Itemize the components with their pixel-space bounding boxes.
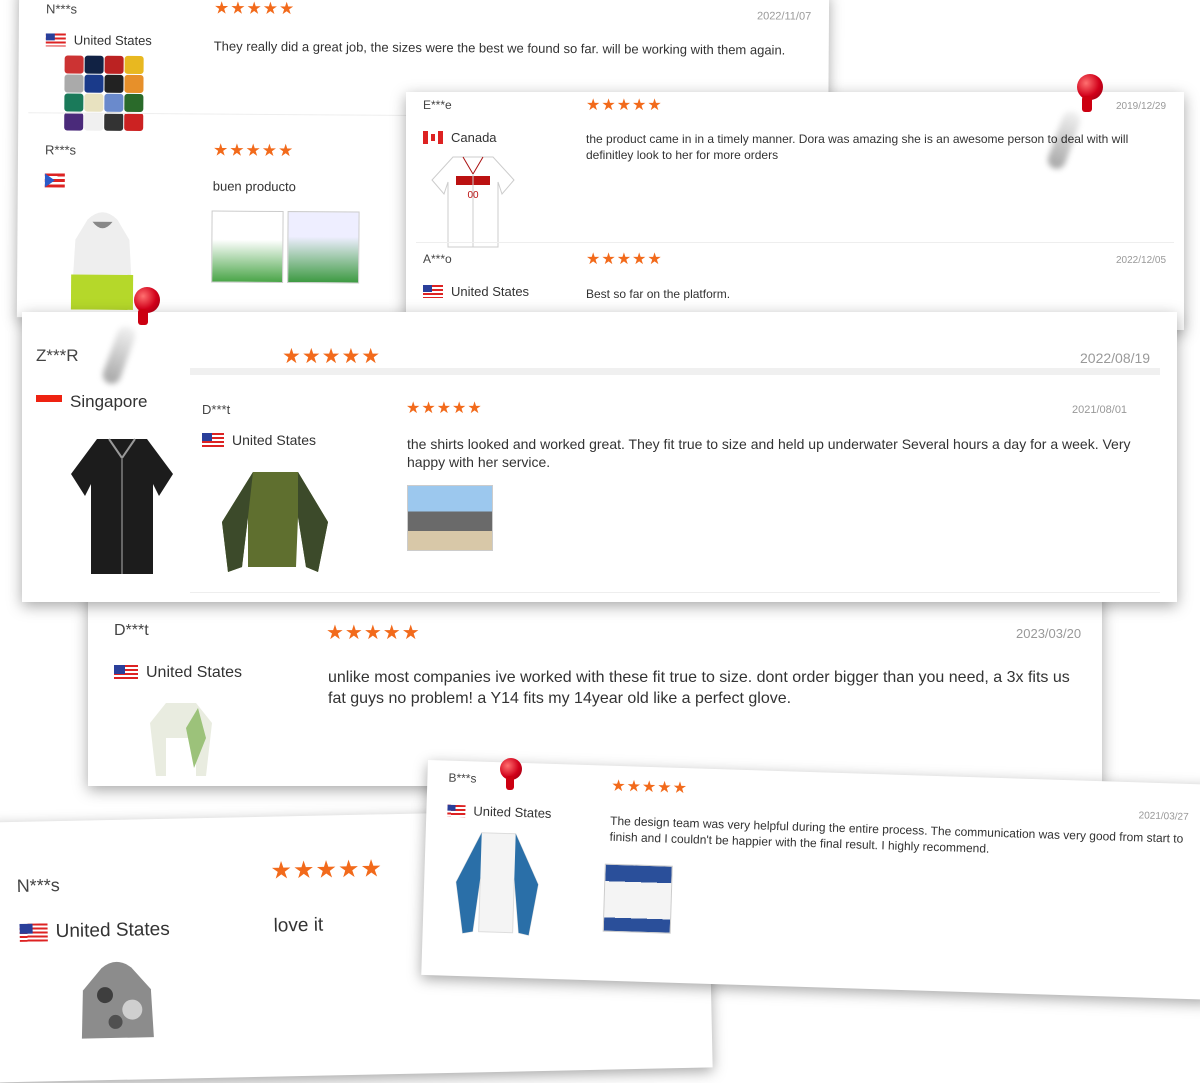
rating-stars: ★★★★★ [213,0,296,19]
country-label: United States [232,432,317,448]
camo-hoodie-image[interactable] [76,959,158,1041]
reviewer-name: R***s [44,142,77,158]
rating-stars: ★★★★★ [406,400,483,417]
rating-stars: ★★★★★ [586,251,663,268]
long-sleeve-shirt-image[interactable] [450,827,543,940]
review-text: They really did a great job, the sizes w… [213,38,786,58]
country-label: United States [55,918,170,943]
country-label: United States [451,284,530,299]
hoodie-image[interactable] [67,210,138,310]
singapore-flag-icon [36,395,62,409]
review-card-6: B***s ★★★★★ 2021/03/27 United States The… [421,760,1200,1000]
pin-needle [1082,96,1092,112]
review-date: 2021/08/01 [1072,404,1128,416]
reviewer-country: Singapore [36,392,148,412]
review-text: the shirts looked and worked great. They… [407,436,1131,471]
reviewer-name: D***t [202,402,231,417]
pin-needle [506,776,514,790]
reviewer-country: United States [447,803,552,821]
review-date: 2022/11/07 [756,10,812,23]
reviewer-country: United States [45,32,152,49]
reviewer-name: A***o [423,252,452,266]
header-bar [190,368,1160,375]
review-date: 2019/12/29 [1116,101,1167,112]
country-label: United States [146,664,243,681]
pin-needle [138,309,148,325]
reviewer-country: United States [423,284,529,299]
reviewer-name: D***t [114,622,149,639]
rating-stars: ★★★★★ [212,140,295,161]
pr-flag-icon [44,173,65,188]
review-photo[interactable] [287,211,360,284]
review-date: 2023/03/20 [1016,626,1082,641]
us-flag-icon [423,285,443,298]
rating-stars: ★★★★★ [610,777,689,798]
review-card-3: Z***R ★★★★★ 2022/08/19 Singapore D***t ★… [22,312,1177,602]
review-date: 2021/03/27 [1138,810,1189,823]
country-label: United States [473,803,552,821]
review-photo[interactable] [407,485,493,551]
review-date: 2022/08/19 [1080,350,1151,366]
review-photo[interactable] [602,863,673,934]
divider [416,242,1174,243]
review-text: Best so far on the platform. [586,287,731,301]
review-photo[interactable] [211,210,284,284]
divider [190,592,1160,593]
rating-stars: ★★★★★ [586,97,663,114]
rating-stars: ★★★★★ [326,622,421,644]
reviewer-name: B***s [448,770,477,786]
review-text: the product came in in a timely manner. … [586,132,1129,162]
jersey-collection-image[interactable] [64,55,144,132]
reviewer-country: United States [19,919,170,944]
review-text: buen producto [212,178,296,195]
long-sleeve-shirt-image[interactable] [146,698,216,778]
reviewer-name: E***e [423,98,452,112]
country-label: United States [73,32,152,49]
us-flag-icon [45,33,66,47]
long-sleeve-shirt-image[interactable] [218,467,333,577]
review-text: unlike most companies ive worked with th… [328,669,1070,707]
button-jersey-image[interactable] [67,434,177,580]
reviewer-country: Canada [423,130,497,145]
baseball-jersey-image[interactable]: 00 [428,152,518,250]
review-card-4: D***t ★★★★★ 2023/03/20 United States unl… [88,590,1102,786]
country-label: Singapore [70,392,148,411]
reviewer-name: N***s [45,1,78,17]
canada-flag-icon [423,131,443,144]
review-text: love it [273,914,324,937]
reviewer-country: United States [202,432,316,448]
reviewer-name: N***s [16,875,60,896]
reviewer-name: Z***R [36,346,79,365]
us-flag-icon [447,804,466,817]
us-flag-icon [202,433,224,447]
country-label: Canada [451,130,497,145]
review-text: The design team was very helpful during … [609,813,1184,856]
us-flag-icon [19,923,48,942]
review-date: 2022/12/05 [1116,255,1167,266]
us-flag-icon [114,665,138,681]
rating-stars: ★★★★★ [282,345,382,368]
reviewer-country: United States [114,664,242,682]
rating-stars: ★★★★★ [270,855,384,885]
